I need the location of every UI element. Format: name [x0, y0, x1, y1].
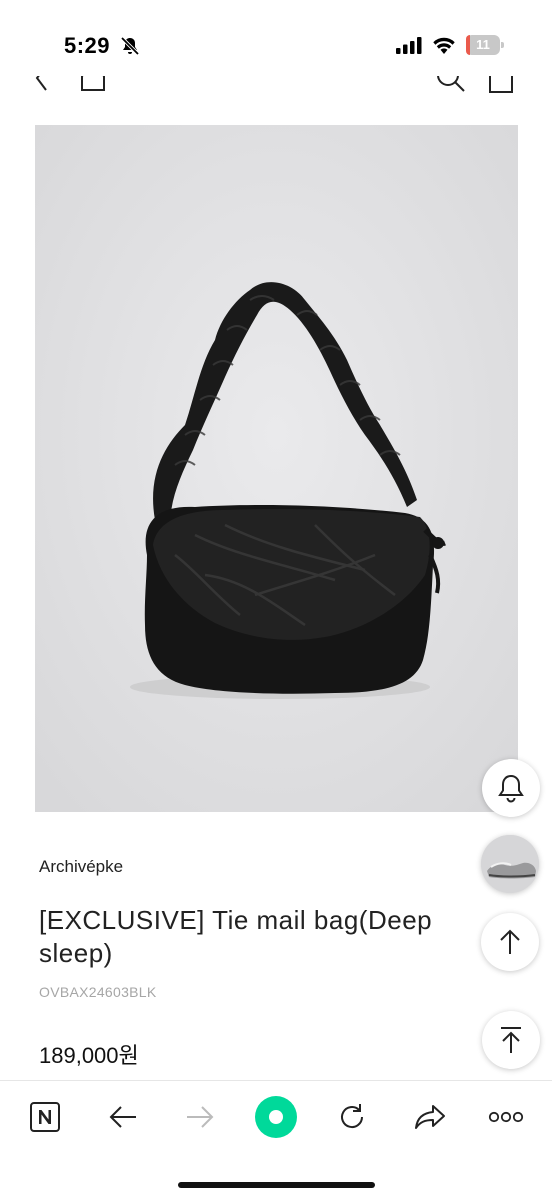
- scroll-up-button[interactable]: [481, 913, 539, 971]
- search-icon[interactable]: [434, 76, 466, 94]
- back-chevron-icon[interactable]: [34, 76, 50, 92]
- forward-arrow-icon: [187, 1106, 214, 1128]
- product-title: [EXCLUSIVE] Tie mail bag(Deep sleep): [39, 905, 433, 968]
- status-bar: 5:29 11: [0, 0, 552, 76]
- status-time: 5:29: [64, 33, 111, 58]
- recent-product-thumbnail[interactable]: [481, 835, 539, 893]
- share-icon: [415, 1105, 445, 1129]
- naver-n-icon: [30, 1102, 60, 1132]
- green-dot-icon: [255, 1096, 297, 1138]
- product-photo: [35, 125, 518, 812]
- arrow-up-icon: [500, 929, 520, 954]
- naver-home-button[interactable]: [23, 1095, 67, 1139]
- product-code: OVBAX24603BLK: [39, 984, 157, 1000]
- bell-slash-icon: [120, 36, 140, 56]
- battery-icon: 11: [466, 35, 504, 55]
- share-button[interactable]: [408, 1095, 452, 1139]
- cart-icon[interactable]: [488, 76, 514, 94]
- browser-forward-button[interactable]: [178, 1095, 222, 1139]
- bell-icon: [498, 774, 524, 803]
- browser-back-button[interactable]: [101, 1095, 145, 1139]
- more-icon: [488, 1111, 524, 1123]
- brand-name[interactable]: Archivépke: [39, 857, 123, 877]
- product-image[interactable]: [35, 125, 518, 812]
- scroll-to-top-button[interactable]: [482, 1011, 540, 1069]
- shoe-thumbnail-icon: [481, 835, 539, 893]
- home-icon[interactable]: [80, 76, 106, 92]
- green-dot-button[interactable]: [254, 1095, 298, 1139]
- home-indicator[interactable]: [178, 1182, 375, 1188]
- wifi-icon: [433, 37, 455, 54]
- more-button[interactable]: [484, 1095, 528, 1139]
- product-price: 189,000원: [39, 1043, 139, 1068]
- refresh-icon: [341, 1104, 364, 1129]
- cellular-signal-icon: [396, 37, 422, 54]
- top-nav: [0, 76, 552, 96]
- scroll-to-top-icon: [501, 1027, 521, 1053]
- notification-bell-button[interactable]: [482, 759, 540, 817]
- battery-percent: 11: [476, 37, 490, 52]
- back-arrow-icon: [109, 1106, 136, 1128]
- refresh-button[interactable]: [330, 1095, 374, 1139]
